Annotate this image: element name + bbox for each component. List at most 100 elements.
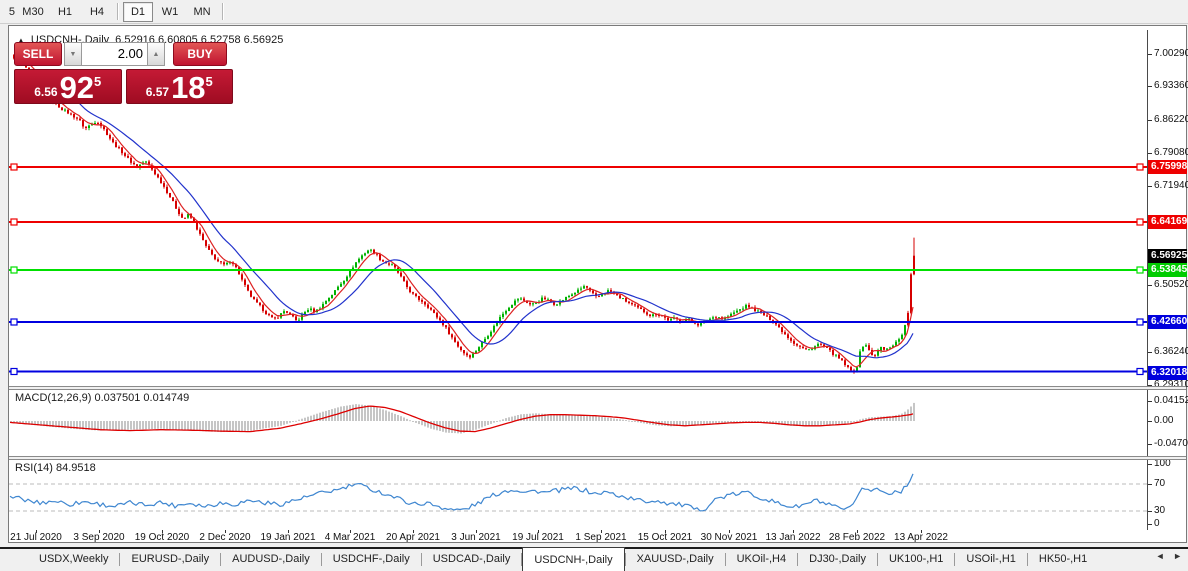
chart-tab-usdx[interactable]: USDX,Weekly — [28, 549, 119, 569]
date-label: 1 Sep 2021 — [575, 532, 627, 543]
date-label: 21 Jul 2020 — [10, 532, 62, 543]
price-tick — [1148, 86, 1152, 87]
volume-input[interactable]: 2.00 — [82, 42, 147, 66]
price-tick-label: 7.00290 — [1154, 48, 1188, 59]
timeframe-button-w1[interactable]: W1 — [155, 2, 185, 22]
price-line-badge: 6.42660 — [1148, 315, 1187, 329]
buy-price-point: 5 — [205, 74, 213, 89]
macd-indicator-panel[interactable]: MACD(12,26,9) 0.037501 0.014749 — [9, 390, 1147, 456]
indicator-tick — [1148, 524, 1152, 525]
price-tick — [1148, 186, 1152, 187]
price-scale[interactable]: 7.00290 6.93360 6.86220 6.79080 6.71940 6.505… — [1147, 30, 1188, 530]
chart-tab-usdcad[interactable]: USDCAD-,Daily — [422, 549, 522, 569]
sell-price-point: 5 — [94, 74, 102, 89]
volume-decrease-button[interactable]: ▼ — [64, 42, 82, 66]
buy-price-prefix: 6.57 — [145, 85, 170, 99]
chart-tab-ukoil[interactable]: UKOil-,H4 — [726, 549, 798, 569]
buy-price-pips: 18 — [171, 70, 206, 105]
main-chart-panel[interactable]: ▲ USDCNH-,Daily 6.52916 6.60805 6.52758 … — [9, 30, 1147, 386]
chart-tab-usoil[interactable]: USOil-,H1 — [955, 549, 1027, 569]
indicator-tick-label: 0.041528 — [1154, 395, 1188, 406]
chart-tab-eurusd[interactable]: EURUSD-,Daily — [120, 549, 220, 569]
date-label: 30 Nov 2021 — [700, 532, 758, 543]
date-label: 20 Apr 2021 — [386, 532, 440, 543]
rsi-line — [9, 473, 914, 512]
chart-tab-uk100[interactable]: UK100-,H1 — [878, 549, 954, 569]
price-tick — [1148, 285, 1152, 286]
price-tick-label: 6.93360 — [1154, 80, 1188, 91]
tab-scroll-arrows[interactable]: ◄ ► — [1156, 551, 1185, 561]
chart-tab-hk50[interactable]: HK50-,H1 — [1028, 549, 1098, 569]
date-label: 28 Feb 2022 — [828, 532, 886, 543]
chart-tab-xauusd[interactable]: XAUUSD-,Daily — [626, 549, 725, 569]
sell-price-button[interactable]: 6.56 92 5 — [14, 69, 122, 104]
chart-tab-dj30[interactable]: DJ30-,Daily — [798, 549, 877, 569]
volume-increase-button[interactable]: ▲ — [147, 42, 165, 66]
indicator-tick-label: 0 — [1154, 518, 1160, 529]
indicator-tick-label: -0.04707 — [1154, 438, 1188, 449]
price-tick — [1148, 352, 1152, 353]
macd-histogram — [10, 402, 915, 434]
price-line-badge: 6.75998 — [1148, 160, 1187, 174]
price-tick — [1148, 120, 1152, 121]
date-label: 4 Mar 2021 — [324, 532, 376, 543]
price-tick-label: 6.71940 — [1154, 180, 1188, 191]
timeframe-button-h1[interactable]: H1 — [50, 2, 80, 22]
price-tick — [1148, 153, 1152, 154]
price-line-badge: 6.64169 — [1148, 215, 1187, 229]
timeframe-button-d1[interactable]: D1 — [123, 1, 153, 22]
price-line-badge: 6.53845 — [1148, 263, 1187, 277]
price-tick-label: 6.79080 — [1154, 147, 1188, 158]
date-label: 13 Apr 2022 — [894, 532, 948, 543]
timeframe-button-m30[interactable]: M30 — [18, 2, 48, 22]
horizontal-price-lines — [9, 163, 1147, 376]
chart-tab-usdcnh[interactable]: USDCNH-,Daily — [522, 547, 625, 571]
panel-splitter[interactable] — [9, 386, 1186, 390]
timeframe-toolbar: 5 M30 H1 H4 D1 W1 MN — [0, 0, 1188, 24]
price-line-badge: 6.32018 — [1148, 366, 1187, 380]
ma-slow-line — [57, 80, 914, 359]
indicator-tick-label: 30 — [1154, 505, 1166, 516]
toolbar-separator — [117, 3, 118, 20]
price-tick-label: 6.36240 — [1154, 346, 1188, 357]
date-label: 19 Jul 2021 — [512, 532, 564, 543]
indicator-tick — [1148, 511, 1152, 512]
date-label: 19 Oct 2020 — [134, 532, 190, 543]
rsi-plot[interactable] — [9, 460, 1147, 530]
date-label: 15 Oct 2021 — [637, 532, 693, 543]
price-tick-label: 6.86220 — [1154, 114, 1188, 125]
trading-terminal: 5 M30 H1 H4 D1 W1 MN ▲ USDCNH-,Daily 6.52916 6… — [0, 0, 1188, 571]
chart-window: ▲ USDCNH-,Daily 6.52916 6.60805 6.52758 … — [8, 25, 1188, 543]
indicator-tick-label: 70 — [1154, 478, 1166, 489]
timeframe-button-mn[interactable]: MN — [187, 2, 217, 22]
macd-label: MACD(12,26,9) 0.037501 0.014749 — [15, 392, 190, 404]
date-label: 3 Sep 2020 — [73, 532, 125, 543]
date-label: 2 Dec 2020 — [199, 532, 251, 543]
chart-tab-usdchf[interactable]: USDCHF-,Daily — [322, 549, 421, 569]
indicator-tick-label: 0.00 — [1154, 415, 1174, 426]
date-label: 19 Jan 2021 — [260, 532, 316, 543]
indicator-tick — [1148, 464, 1152, 465]
price-tick — [1148, 54, 1152, 55]
indicator-tick — [1148, 421, 1152, 422]
sell-button[interactable]: SELL — [14, 42, 62, 66]
timeframe-button-5[interactable]: 5 — [1, 2, 16, 22]
timeframe-button-h4[interactable]: H4 — [82, 2, 112, 22]
date-axis[interactable]: 21 Jul 2020 3 Sep 2020 19 Oct 2020 2 Dec 20… — [9, 530, 1186, 543]
date-label: 13 Jan 2022 — [765, 532, 821, 543]
rsi-label: RSI(14) 84.9518 — [15, 462, 96, 474]
indicator-tick — [1148, 484, 1152, 485]
date-label: 3 Jun 2021 — [451, 532, 501, 543]
chart-tab-audusd[interactable]: AUDUSD-,Daily — [221, 549, 321, 569]
price-tick-label: 6.50520 — [1154, 279, 1188, 290]
buy-price-button[interactable]: 6.57 18 5 — [125, 69, 233, 105]
panel-splitter[interactable] — [9, 456, 1186, 460]
chart-tab-bar: USDX,Weekly EURUSD-,Daily AUDUSD-,Daily USD… — [0, 547, 1188, 571]
indicator-tick — [1148, 401, 1152, 402]
toolbar-separator — [222, 3, 223, 20]
indicator-tick — [1148, 444, 1152, 445]
rsi-indicator-panel[interactable]: RSI(14) 84.9518 — [9, 460, 1147, 530]
price-line-badge: 6.56925 — [1148, 249, 1187, 263]
one-click-trade-panel: SELL ▼ 2.00 ▲ BUY 6.56 92 5 6.57 18 5 — [14, 42, 233, 104]
buy-button[interactable]: BUY — [173, 42, 227, 66]
